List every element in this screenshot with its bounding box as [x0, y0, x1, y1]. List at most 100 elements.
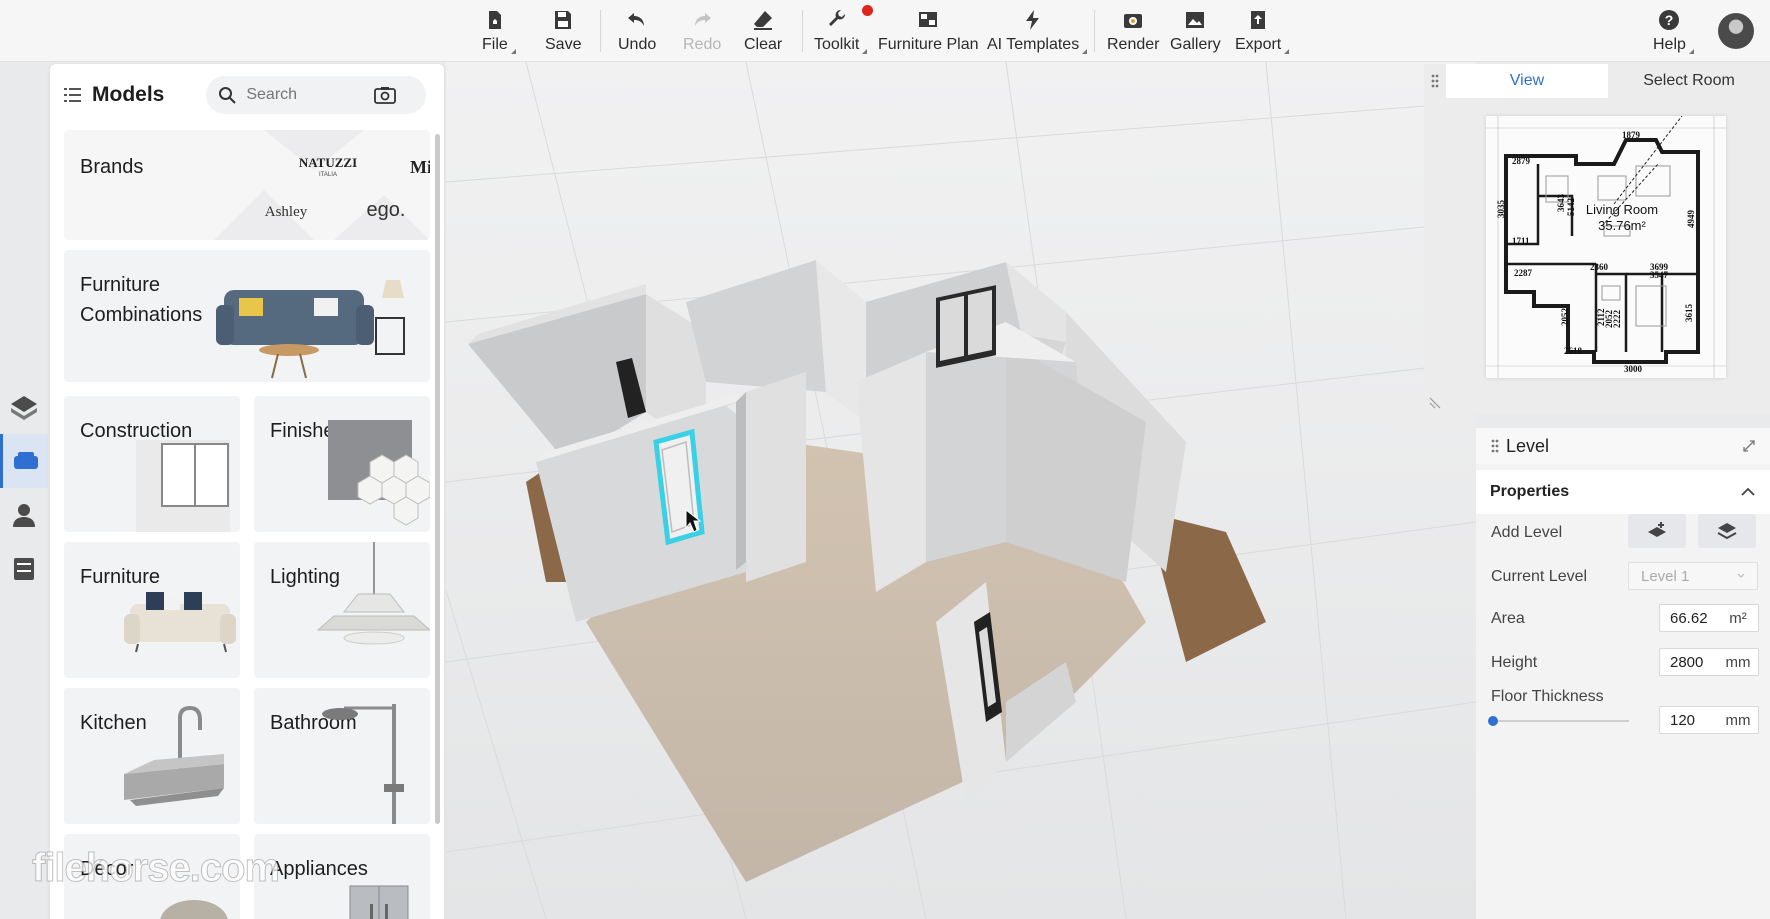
area-field[interactable]: 66.62 m²	[1659, 604, 1759, 632]
floor-thickness-field[interactable]: 120 mm	[1659, 706, 1759, 734]
file-button[interactable]: File	[482, 8, 516, 54]
chevron-down-icon	[1737, 573, 1745, 578]
3d-floorplan-model	[345, 61, 1477, 919]
level-panel-header: Level	[1476, 428, 1770, 464]
dim-label: 2052	[1560, 308, 1570, 327]
dim-label: 2287	[1514, 268, 1533, 278]
current-level-value: Level 1	[1641, 567, 1690, 585]
window-thumbnail	[136, 440, 230, 532]
mi-logo: Mi	[410, 157, 430, 177]
room-name-label: Living Room	[1586, 202, 1658, 217]
models-scrollbar[interactable]	[435, 134, 440, 824]
dim-label: 1879	[1622, 130, 1641, 140]
level-title: Level	[1506, 435, 1550, 456]
dim-label: 2879	[1512, 156, 1531, 166]
rail-user[interactable]	[0, 488, 48, 542]
current-level-label: Current Level	[1491, 568, 1588, 585]
add-level-below-button[interactable]	[1698, 514, 1756, 548]
rail-models[interactable]	[0, 434, 48, 488]
list-icon[interactable]	[64, 87, 82, 103]
category-furniture-combinations[interactable]: Furniture Combinations	[64, 250, 430, 382]
user-icon	[13, 504, 35, 527]
properties-section-header[interactable]: Properties	[1476, 470, 1770, 514]
area-value: 66.62	[1670, 609, 1708, 627]
height-field[interactable]: 2800 mm	[1659, 648, 1759, 676]
category-construction[interactable]: Construction	[64, 396, 240, 532]
render-button[interactable]: Render	[1107, 8, 1159, 54]
ai-templates-icon	[1026, 10, 1040, 30]
dim-label: 3547	[1650, 270, 1669, 280]
sofa-thumbnail	[124, 592, 236, 653]
redo-button[interactable]: Redo	[683, 8, 721, 54]
undo-button[interactable]: Undo	[618, 8, 656, 54]
height-unit: mm	[1725, 653, 1751, 671]
models-title: Models	[92, 83, 165, 106]
category-finishes[interactable]: Finishes	[254, 396, 430, 532]
furniture-plan-button[interactable]: Furniture Plan	[878, 8, 979, 54]
save-button[interactable]: Save	[545, 8, 581, 54]
resize-handle-icon[interactable]	[1428, 396, 1442, 410]
tab-view[interactable]: View	[1446, 64, 1608, 98]
drag-handle-icon[interactable]	[1490, 438, 1500, 454]
clear-button[interactable]: Clear	[744, 8, 782, 54]
dropdown-caret	[1082, 49, 1088, 54]
natuzzi-sub-logo: ITALIA	[319, 172, 337, 178]
properties-title: Properties	[1490, 483, 1570, 500]
watermark: filehorse.com	[31, 846, 280, 891]
ai-templates-button[interactable]: AI Templates	[987, 8, 1088, 54]
ashley-logo: Ashley	[265, 204, 308, 220]
notification-dot	[862, 5, 873, 16]
drag-handle-icon[interactable]	[1430, 73, 1440, 89]
search-input[interactable]	[246, 86, 375, 104]
export-button[interactable]: Export	[1235, 8, 1290, 54]
help-icon: ?	[1659, 10, 1680, 30]
add-level-below-icon	[1717, 523, 1737, 540]
level-panel: Level Properties Add Level Current Level…	[1476, 428, 1770, 919]
category-kitchen[interactable]: Kitchen	[64, 688, 240, 824]
tab-select-room[interactable]: Select Room	[1608, 64, 1770, 98]
help-button[interactable]: ? Help	[1653, 8, 1694, 54]
dim-label: 3643	[1556, 194, 1566, 213]
3d-viewport[interactable]	[345, 61, 1477, 919]
current-level-select[interactable]: Level 1	[1628, 562, 1758, 590]
models-panel: Models Brands NATUZZI ITALIA Mi Ashley e…	[50, 64, 444, 919]
floor-thickness-label: Floor Thickness	[1491, 688, 1604, 705]
toolkit-button[interactable]: Toolkit	[814, 8, 868, 54]
2d-floorplan-minimap[interactable]: 1879 2879 3035 3643 5142 1711 4949 2287 …	[1486, 115, 1726, 378]
toolbar-separator	[1094, 10, 1095, 52]
dim-label: 2222	[1612, 310, 1622, 329]
rail-storage[interactable]	[0, 542, 48, 596]
dim-label: 5142	[1566, 198, 1576, 217]
rail-layers[interactable]	[0, 380, 48, 434]
floor-thickness-slider[interactable]	[1488, 716, 1629, 726]
slider-knob[interactable]	[1488, 716, 1498, 726]
sofa-icon	[13, 452, 38, 469]
save-icon	[555, 11, 572, 29]
toolbar-separator	[600, 10, 601, 52]
category-furniture[interactable]: Furniture	[64, 542, 240, 678]
room-area-label: 35.76m²	[1598, 218, 1646, 233]
export-icon	[1251, 11, 1266, 29]
dim-label: 3000	[1624, 364, 1643, 374]
search-box[interactable]	[206, 76, 427, 114]
gallery-button[interactable]: Gallery	[1170, 8, 1221, 54]
natuzzi-logo: NATUZZI	[299, 155, 357, 170]
avatar[interactable]	[1718, 13, 1754, 49]
top-toolbar: File Save Undo Redo Clear Toolkit Furnit…	[0, 0, 1770, 62]
svg-text:?: ?	[1665, 12, 1674, 28]
brands-card[interactable]: Brands NATUZZI ITALIA Mi Ashley ego.	[64, 130, 430, 240]
eraser-icon	[754, 11, 773, 30]
category-appliances[interactable]: Appliances	[254, 834, 430, 919]
category-bathroom[interactable]: Bathroom	[254, 688, 430, 824]
add-level-above-button[interactable]	[1628, 514, 1686, 548]
category-lighting[interactable]: Lighting	[254, 542, 430, 678]
dropdown-caret	[1688, 49, 1694, 54]
sink-thumbnail	[124, 705, 224, 806]
pendant-lamp-thumbnail	[316, 542, 430, 645]
redo-icon	[695, 13, 712, 26]
camera-search-icon[interactable]	[374, 86, 397, 104]
expand-icon[interactable]	[1742, 439, 1756, 453]
add-level-label: Add Level	[1491, 524, 1563, 541]
undo-icon	[628, 13, 645, 26]
furniture-plan-icon	[919, 12, 938, 27]
